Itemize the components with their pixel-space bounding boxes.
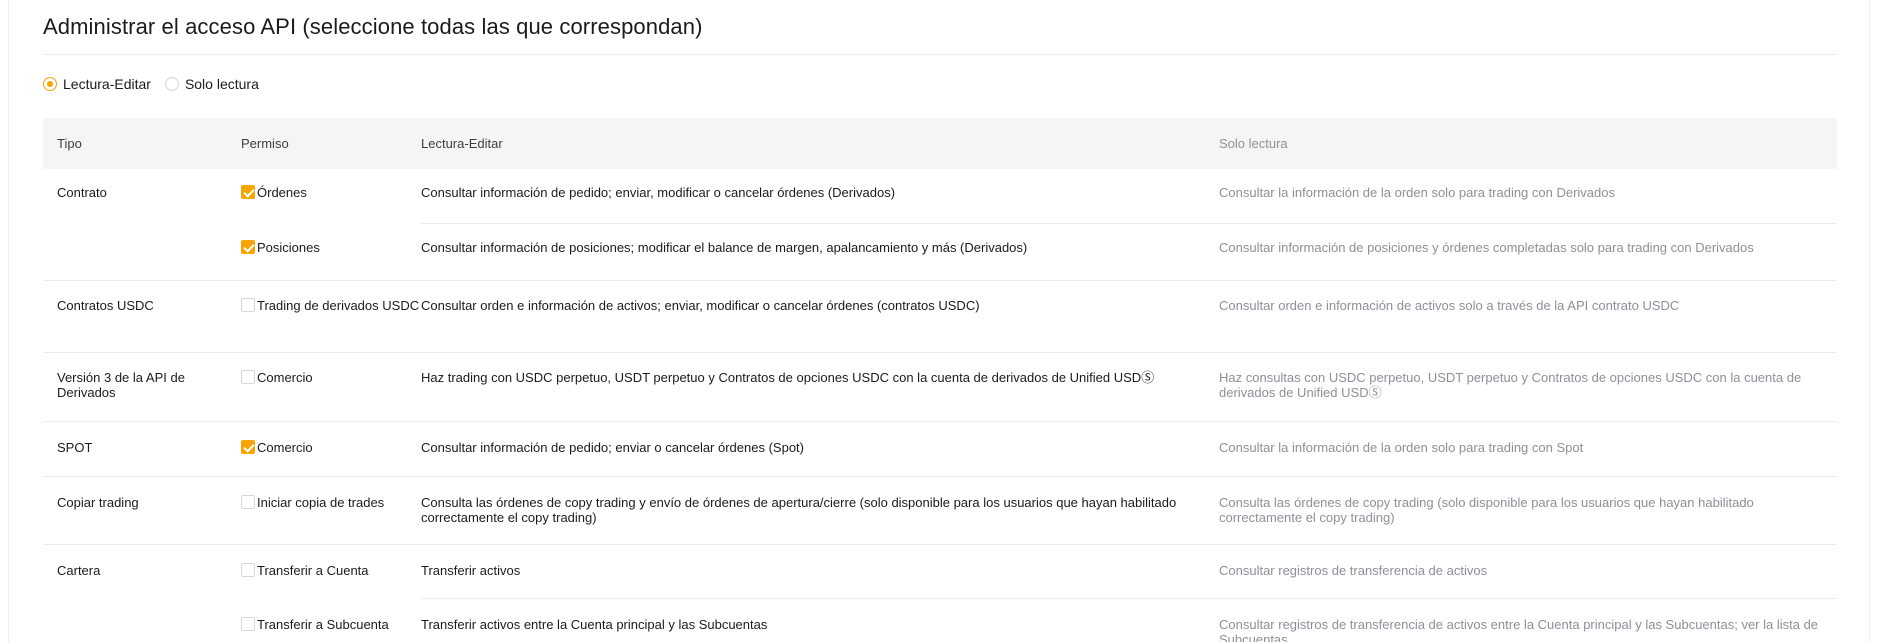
- table-row: Transferir a Subcuenta Transferir activo…: [43, 599, 1837, 642]
- table-row: Cartera Transferir a Cuenta Transferir a…: [43, 545, 1837, 599]
- row-type: SPOT: [57, 440, 93, 455]
- checkbox-checked-icon[interactable]: [241, 240, 255, 254]
- row-read-edit: Consultar información de pedido; enviar,…: [421, 169, 1219, 224]
- checkbox-unchecked-icon[interactable]: [241, 495, 255, 509]
- access-mode-radio-group: Lectura-Editar Solo lectura: [43, 76, 273, 92]
- permissions-table: Tipo Permiso Lectura-Editar Solo lectura…: [43, 118, 1837, 642]
- permission-checkbox-transfer-subaccount[interactable]: Transferir a Subcuenta: [241, 617, 389, 632]
- row-type: Cartera: [57, 563, 101, 578]
- row-permission: Posiciones: [227, 224, 421, 255]
- permission-label: Comercio: [257, 440, 313, 455]
- checkbox-unchecked-icon[interactable]: [241, 298, 255, 312]
- row-read-edit: Consultar orden e información de activos…: [421, 298, 980, 313]
- row-read-only: Consulta las órdenes de copy trading (so…: [1219, 495, 1754, 525]
- row-read-edit: Transferir activos: [421, 545, 1219, 599]
- row-read-only: Consultar la información de la orden sol…: [1219, 169, 1837, 224]
- table-header: Tipo Permiso Lectura-Editar Solo lectura: [43, 118, 1837, 169]
- header-read-only: Solo lectura: [1219, 136, 1288, 151]
- permission-checkbox-copy-trading[interactable]: Iniciar copia de trades: [241, 495, 384, 510]
- table-row: SPOT Comercio Consultar información de p…: [43, 422, 1837, 477]
- row-permission: Órdenes: [227, 169, 421, 200]
- permission-label: Iniciar copia de trades: [257, 495, 385, 510]
- table-row: Contrato Órdenes Consultar información d…: [43, 169, 1837, 224]
- radio-read-only[interactable]: Solo lectura: [164, 76, 259, 92]
- api-access-panel: Administrar el acceso API (seleccione to…: [8, 0, 1870, 642]
- table-row: Posiciones Consultar información de posi…: [43, 224, 1837, 281]
- row-type: Contrato: [57, 185, 107, 200]
- title-divider: [43, 54, 1837, 55]
- row-read-edit: Consultar información de pedido; enviar …: [421, 440, 804, 455]
- permission-checkbox-transfer-account[interactable]: Transferir a Cuenta: [241, 563, 369, 578]
- header-read-edit: Lectura-Editar: [421, 136, 503, 151]
- row-read-only: Haz consultas con USDC perpetuo, USDT pe…: [1219, 370, 1802, 400]
- row-read-edit: Consultar información de posiciones; mod…: [421, 240, 1028, 255]
- row-read-edit: Haz trading con USDC perpetuo, USDT perp…: [421, 370, 1155, 385]
- row-permission: Comercio: [227, 353, 421, 385]
- row-permission: Transferir a Subcuenta: [227, 599, 421, 632]
- permission-label: Comercio: [257, 370, 313, 385]
- table-row: Copiar trading Iniciar copia de trades C…: [43, 477, 1837, 545]
- permission-label: Posiciones: [257, 240, 320, 255]
- header-type: Tipo: [57, 136, 82, 151]
- checkbox-checked-icon[interactable]: [241, 440, 255, 454]
- permission-checkbox-spot-trade[interactable]: Comercio: [241, 440, 313, 455]
- row-type: [43, 224, 227, 240]
- section-title: Administrar el acceso API (seleccione to…: [43, 14, 703, 39]
- checkbox-unchecked-icon[interactable]: [241, 617, 255, 631]
- row-read-only: Consultar la información de la orden sol…: [1219, 440, 1584, 455]
- row-permission: Transferir a Cuenta: [227, 545, 421, 578]
- radio-read-edit-indicator[interactable]: [43, 77, 57, 91]
- row-read-only: Consultar registros de transferencia de …: [1219, 617, 1819, 642]
- row-type: [43, 599, 227, 617]
- radio-read-only-label: Solo lectura: [184, 76, 259, 92]
- row-permission: Comercio: [227, 422, 421, 455]
- row-read-edit: Transferir activos entre la Cuenta princ…: [421, 617, 768, 632]
- permission-label: Transferir a Cuenta: [257, 563, 369, 578]
- row-type: Versión 3 de la API de Derivados: [57, 370, 185, 400]
- header-permission: Permiso: [241, 136, 289, 151]
- checkbox-unchecked-icon[interactable]: [241, 563, 255, 577]
- permission-checkbox-usdc-derivatives[interactable]: Trading de derivados USDC: [241, 298, 419, 313]
- row-type: Copiar trading: [57, 495, 139, 510]
- row-read-edit: Consulta las órdenes de copy trading y e…: [421, 495, 1177, 525]
- radio-read-edit[interactable]: Lectura-Editar: [43, 76, 151, 92]
- checkbox-unchecked-icon[interactable]: [241, 370, 255, 384]
- radio-read-edit-label: Lectura-Editar: [63, 76, 151, 92]
- permission-checkbox-posiciones[interactable]: Posiciones: [241, 240, 320, 255]
- checkbox-checked-icon[interactable]: [241, 185, 255, 199]
- permission-checkbox-v3-trade[interactable]: Comercio: [241, 370, 313, 385]
- row-permission: Trading de derivados USDC: [227, 281, 421, 313]
- permission-label: Trading de derivados USDC: [257, 298, 420, 313]
- permission-checkbox-ordenes[interactable]: Órdenes: [241, 185, 307, 200]
- permission-label: Órdenes: [257, 185, 307, 200]
- row-permission: Iniciar copia de trades: [227, 477, 421, 510]
- row-read-only: Consultar orden e información de activos…: [1219, 298, 1680, 313]
- table-row: Contratos USDC Trading de derivados USDC…: [43, 281, 1837, 353]
- permission-label: Transferir a Subcuenta: [257, 617, 389, 632]
- row-type: Contratos USDC: [57, 298, 154, 313]
- row-read-only: Consultar registros de transferencia de …: [1219, 545, 1837, 599]
- table-row: Versión 3 de la API de Derivados Comerci…: [43, 353, 1837, 422]
- row-read-only: Consultar información de posiciones y ór…: [1219, 240, 1754, 255]
- radio-read-only-indicator[interactable]: [164, 77, 179, 91]
